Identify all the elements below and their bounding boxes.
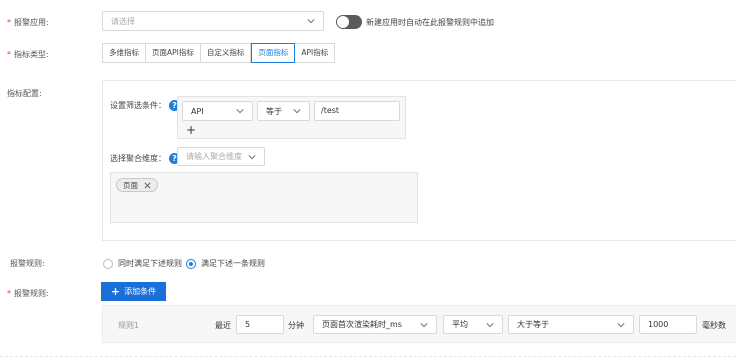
auto-append-toggle[interactable] xyxy=(336,15,362,29)
agg-dimension-label: 选择聚合维度： ? xyxy=(110,153,180,164)
aggregation-select[interactable]: 平均 xyxy=(443,315,503,334)
alert-rules-label: * 报警规则: xyxy=(7,289,49,298)
radio-option-any-label: 满足下述一条规则 xyxy=(201,259,265,268)
metric-type-label: * 指标类型: xyxy=(7,50,49,59)
tab-page-api[interactable]: 页面API指标 xyxy=(146,43,201,63)
aggregation-select-value: 平均 xyxy=(452,320,468,329)
alert-app-select[interactable]: 请选择 xyxy=(102,11,324,31)
divider xyxy=(0,356,736,357)
agg-dimension-placeholder: 请输入聚合维度 xyxy=(186,152,242,161)
auto-append-label: 新建应用时自动在此报警规则中追加 xyxy=(366,18,494,27)
rule-name: 规则1 xyxy=(118,321,140,330)
chevron-down-icon xyxy=(307,19,315,24)
radio-option-any[interactable]: 满足下述一条规则 xyxy=(186,258,265,269)
metric-select[interactable]: 页面首次渲染耗时_ms xyxy=(313,315,437,334)
add-condition-button[interactable]: + 添加条件 xyxy=(101,282,166,301)
metric-config-label: 指标配置: xyxy=(7,89,42,98)
radio-option-all[interactable]: 同时满足下述规则 xyxy=(103,258,182,269)
plus-icon: + xyxy=(110,285,121,298)
chevron-down-icon xyxy=(486,322,494,327)
radio-option-all-label: 同时满足下述规则 xyxy=(118,259,182,268)
metric-select-value: 页面首次渲染耗时_ms xyxy=(322,320,402,329)
metric-type-tabs: 多维指标 页面API指标 自定义指标 页面指标 API指标 xyxy=(102,43,336,63)
alert-app-label: * 报警应用: xyxy=(7,18,49,27)
alert-rule-mode-label: 报警规则: xyxy=(10,259,45,268)
compare-select[interactable]: 大于等于 xyxy=(508,315,634,334)
filter-operator-select[interactable]: 等于 xyxy=(257,101,310,121)
agg-dimension-select[interactable]: 请输入聚合维度 xyxy=(177,147,265,166)
minutes-input[interactable]: 5 xyxy=(236,315,284,334)
radio-button[interactable] xyxy=(103,258,113,269)
tab-page[interactable]: 页面指标 xyxy=(251,43,296,63)
minutes-unit: 分钟 xyxy=(288,321,304,330)
close-icon[interactable] xyxy=(144,182,151,189)
agg-label-text: 选择聚合维度： xyxy=(110,154,166,163)
alert-app-select-value: 请选择 xyxy=(111,16,135,26)
tab-api[interactable]: API指标 xyxy=(295,43,336,63)
filter-operator-value: 等于 xyxy=(266,106,282,116)
threshold-input[interactable]: 1000 xyxy=(639,315,697,334)
filter-label-text: 设置筛选条件： xyxy=(110,101,166,110)
add-condition-label: 添加条件 xyxy=(124,287,157,296)
chevron-down-icon xyxy=(293,109,301,114)
filter-condition-label: 设置筛选条件： ? xyxy=(110,100,180,111)
filter-value-input[interactable]: /test xyxy=(314,101,400,121)
filter-field-select[interactable]: API xyxy=(182,101,253,121)
recent-label: 最近 xyxy=(215,321,231,330)
agg-tag: 页面 xyxy=(116,178,158,192)
radio-button[interactable] xyxy=(186,258,196,269)
tab-multi-dim[interactable]: 多维指标 xyxy=(102,43,146,63)
compare-select-value: 大于等于 xyxy=(517,320,549,329)
chevron-down-icon xyxy=(617,322,625,327)
add-filter-icon[interactable]: + xyxy=(186,123,196,137)
chevron-down-icon xyxy=(420,322,428,327)
filter-field-value: API xyxy=(191,106,204,116)
tab-custom[interactable]: 自定义指标 xyxy=(200,43,252,63)
chevron-down-icon xyxy=(236,109,244,114)
threshold-unit: 毫秒数 xyxy=(702,321,726,330)
chevron-down-icon xyxy=(248,154,256,159)
agg-tag-label: 页面 xyxy=(123,180,138,190)
